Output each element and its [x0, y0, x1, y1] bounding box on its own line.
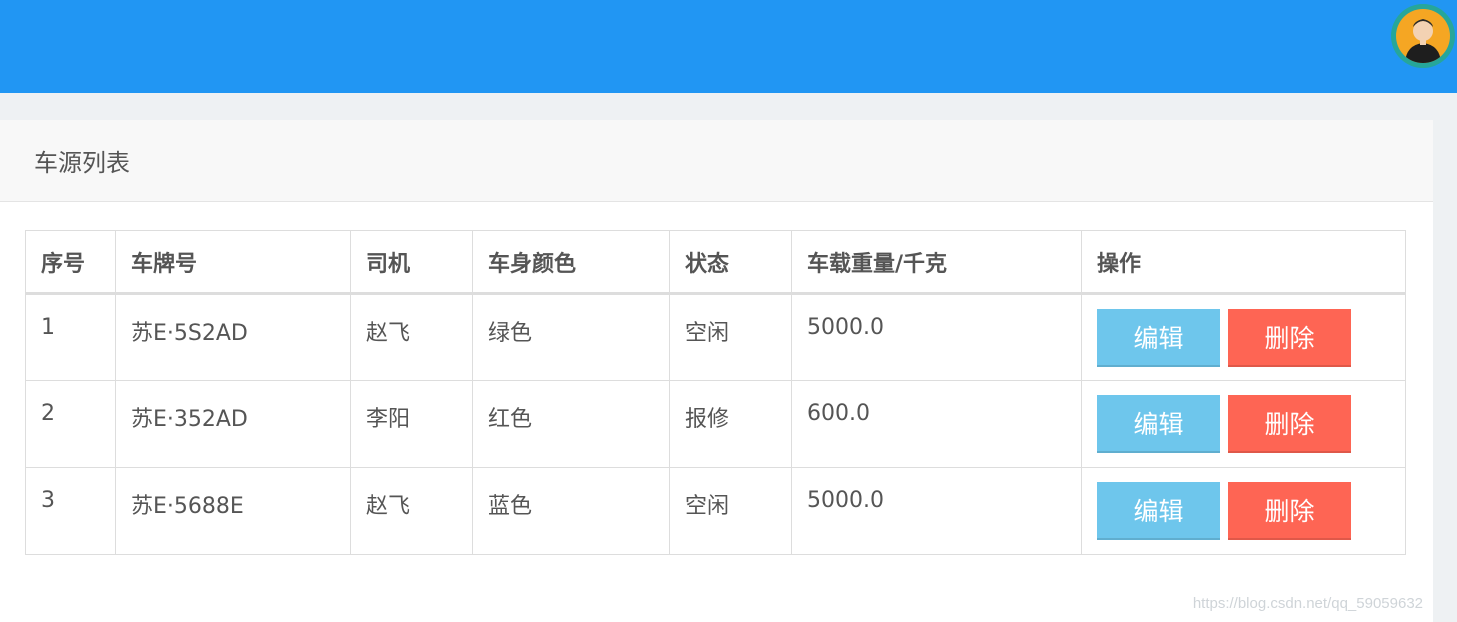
header-driver: 司机 — [350, 230, 473, 295]
cell-actions: 编辑 删除 — [1081, 380, 1406, 468]
scrollbar-track[interactable] — [1433, 120, 1457, 622]
top-bar — [0, 0, 1457, 93]
table-header-row: 序号 车牌号 司机 车身颜色 状态 车载重量/千克 操作 — [25, 230, 1406, 295]
cell-status: 报修 — [669, 380, 792, 468]
cell-plate: 苏E·5S2AD — [115, 293, 351, 381]
cell-weight: 600.0 — [791, 380, 1082, 468]
header-actions: 操作 — [1081, 230, 1406, 295]
cell-color: 蓝色 — [472, 467, 670, 555]
cell-driver: 赵飞 — [350, 467, 473, 555]
header-status: 状态 — [669, 230, 792, 295]
edit-button[interactable]: 编辑 — [1097, 482, 1220, 540]
header-color: 车身颜色 — [472, 230, 670, 295]
cell-weight: 5000.0 — [791, 467, 1082, 555]
cell-actions: 编辑 删除 — [1081, 467, 1406, 555]
cell-plate: 苏E·5688E — [115, 467, 351, 555]
watermark: https://blog.csdn.net/qq_59059632 — [1192, 595, 1423, 612]
cell-index: 3 — [25, 467, 116, 555]
table-row: 1 苏E·5S2AD 赵飞 绿色 空闲 5000.0 编辑 删除 — [25, 293, 1406, 381]
user-avatar[interactable] — [1391, 4, 1455, 68]
cell-color: 绿色 — [472, 293, 670, 381]
car-list-panel: 车源列表 序号 车牌号 司机 车身颜色 状态 车载重量/千克 操作 1 苏E·5… — [0, 120, 1433, 622]
cell-color: 红色 — [472, 380, 670, 468]
cell-plate: 苏E·352AD — [115, 380, 351, 468]
header-weight: 车载重量/千克 — [791, 230, 1082, 295]
header-plate: 车牌号 — [115, 230, 351, 295]
avatar-icon — [1396, 9, 1450, 63]
table-row: 3 苏E·5688E 赵飞 蓝色 空闲 5000.0 编辑 删除 — [25, 467, 1406, 555]
panel-header: 车源列表 — [0, 120, 1433, 202]
cell-driver: 赵飞 — [350, 293, 473, 381]
cell-index: 2 — [25, 380, 116, 468]
delete-button[interactable]: 删除 — [1228, 395, 1351, 453]
edit-button[interactable]: 编辑 — [1097, 395, 1220, 453]
car-table: 序号 车牌号 司机 车身颜色 状态 车载重量/千克 操作 1 苏E·5S2AD … — [25, 230, 1406, 555]
cell-index: 1 — [25, 293, 116, 381]
cell-status: 空闲 — [669, 293, 792, 381]
cell-driver: 李阳 — [350, 380, 473, 468]
delete-button[interactable]: 删除 — [1228, 309, 1351, 367]
header-index: 序号 — [25, 230, 116, 295]
cell-weight: 5000.0 — [791, 293, 1082, 381]
delete-button[interactable]: 删除 — [1228, 482, 1351, 540]
table-row: 2 苏E·352AD 李阳 红色 报修 600.0 编辑 删除 — [25, 380, 1406, 468]
edit-button[interactable]: 编辑 — [1097, 309, 1220, 367]
cell-status: 空闲 — [669, 467, 792, 555]
cell-actions: 编辑 删除 — [1081, 293, 1406, 381]
panel-title: 车源列表 — [34, 149, 130, 177]
